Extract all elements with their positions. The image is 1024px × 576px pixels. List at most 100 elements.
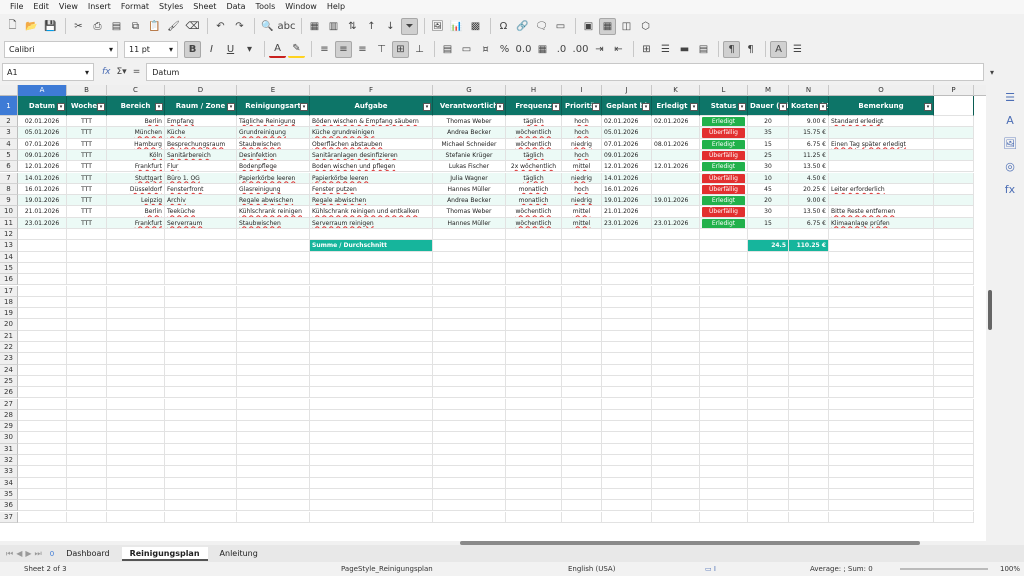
font-name-box[interactable]: Calibri ▾: [4, 40, 118, 58]
cell[interactable]: mittel: [562, 206, 602, 218]
empty-cell[interactable]: [562, 477, 602, 489]
empty-cell[interactable]: [433, 398, 506, 410]
row-header-8[interactable]: 8: [0, 183, 18, 196]
empty-cell[interactable]: [107, 421, 165, 433]
empty-cell[interactable]: [506, 443, 562, 455]
cell[interactable]: 35: [748, 127, 789, 139]
empty-cell[interactable]: [562, 421, 602, 433]
cell[interactable]: TTT: [67, 161, 107, 173]
cell[interactable]: Küche: [165, 127, 237, 139]
empty-cell[interactable]: [237, 511, 310, 523]
empty-cell[interactable]: [789, 409, 829, 422]
date-format-icon[interactable]: ▦: [534, 41, 551, 58]
empty-cell[interactable]: [789, 500, 829, 512]
font-size-box[interactable]: 11 pt ▾: [124, 40, 178, 58]
header-cell[interactable]: Dauer (Min)▾: [748, 96, 789, 116]
empty-cell[interactable]: [934, 330, 974, 342]
empty-cell[interactable]: [748, 409, 789, 422]
empty-cell[interactable]: [165, 500, 237, 512]
empty-cell[interactable]: [602, 466, 652, 478]
empty-cell[interactable]: [18, 353, 67, 365]
empty-cell[interactable]: [934, 308, 974, 320]
empty-cell[interactable]: [789, 330, 829, 342]
menu-insert[interactable]: Insert: [83, 0, 116, 14]
empty-cell[interactable]: [506, 319, 562, 331]
cell[interactable]: [652, 206, 700, 218]
cell[interactable]: [829, 195, 934, 207]
column-header-h[interactable]: H: [506, 85, 562, 96]
empty-cell[interactable]: [506, 421, 562, 433]
cell[interactable]: niedrig: [562, 195, 602, 207]
empty-cell[interactable]: [562, 443, 602, 455]
empty-cell[interactable]: [310, 409, 433, 422]
empty-cell[interactable]: [652, 342, 700, 354]
filter-dropdown-icon[interactable]: ▾: [690, 103, 698, 111]
empty-cell[interactable]: [700, 353, 748, 365]
empty-cell[interactable]: [67, 409, 107, 422]
show-draw-functions-icon[interactable]: ⬡: [637, 18, 654, 35]
empty-cell[interactable]: [18, 262, 67, 275]
empty-cell[interactable]: [700, 364, 748, 376]
empty-cell[interactable]: [433, 432, 506, 444]
header-cell[interactable]: Priorität ▾: [562, 96, 602, 116]
cell[interactable]: 14.01.2026: [602, 172, 652, 184]
find-replace-icon[interactable]: 🔍: [259, 18, 276, 35]
row-header-4[interactable]: 4: [0, 138, 18, 150]
prev-sheet-icon[interactable]: ◀: [16, 549, 22, 559]
cell[interactable]: Frankfurt: [107, 161, 165, 173]
empty-cell[interactable]: [67, 274, 107, 286]
empty-cell[interactable]: [748, 387, 789, 399]
empty-cell[interactable]: [107, 319, 165, 331]
align-right-icon[interactable]: ≡: [354, 41, 371, 58]
cell[interactable]: Andrea Becker: [433, 127, 506, 139]
cell[interactable]: Thomas Weber: [433, 116, 506, 128]
equals-icon[interactable]: =: [133, 67, 141, 77]
empty-cell[interactable]: [789, 319, 829, 331]
empty-cell[interactable]: [700, 308, 748, 320]
filter-dropdown-icon[interactable]: ▾: [819, 103, 827, 111]
column-header-l[interactable]: L: [700, 85, 748, 96]
empty-cell[interactable]: [107, 455, 165, 467]
cell[interactable]: [829, 127, 934, 139]
empty-cell[interactable]: [165, 455, 237, 467]
empty-cell[interactable]: [934, 500, 974, 512]
empty-cell[interactable]: [506, 296, 562, 309]
empty-cell[interactable]: [506, 511, 562, 523]
empty-cell[interactable]: [934, 240, 974, 252]
cell[interactable]: Büro 1. OG: [165, 172, 237, 184]
empty-cell[interactable]: [433, 455, 506, 467]
empty-cell[interactable]: [506, 229, 562, 241]
copy-icon[interactable]: ⧉: [127, 18, 144, 35]
cell[interactable]: Erledigt: [700, 116, 748, 128]
cell[interactable]: Bodenpflege: [237, 161, 310, 173]
empty-cell[interactable]: [67, 342, 107, 354]
header-cell[interactable]: Bemerkung ▾: [829, 96, 934, 116]
cell[interactable]: Küche grundreinigen: [310, 127, 433, 139]
cell[interactable]: wöchentlich: [506, 127, 562, 139]
empty-cell[interactable]: [165, 251, 237, 263]
increase-indent-icon[interactable]: ⇥: [591, 41, 608, 58]
menu-format[interactable]: Format: [116, 0, 154, 14]
empty-cell[interactable]: [602, 319, 652, 331]
cut-icon[interactable]: ✂: [70, 18, 87, 35]
empty-cell[interactable]: [562, 488, 602, 501]
borders-icon[interactable]: ⊞: [638, 41, 655, 58]
cell[interactable]: TTT: [67, 127, 107, 139]
cell[interactable]: Empfang: [165, 116, 237, 128]
cell[interactable]: Düsseldorf: [107, 183, 165, 196]
empty-cell[interactable]: [562, 342, 602, 354]
empty-cell[interactable]: [18, 455, 67, 467]
row-header-24[interactable]: 24: [0, 364, 18, 376]
empty-cell[interactable]: [310, 229, 433, 241]
empty-cell[interactable]: [652, 398, 700, 410]
empty-cell[interactable]: [310, 319, 433, 331]
cell[interactable]: 16.01.2026: [602, 183, 652, 196]
column-header-o[interactable]: O: [829, 85, 934, 96]
column-header-e[interactable]: E: [237, 85, 310, 96]
empty-cell[interactable]: [934, 296, 974, 309]
empty-cell[interactable]: [934, 138, 974, 150]
empty-cell[interactable]: [107, 296, 165, 309]
cell[interactable]: Serverraum: [165, 217, 237, 229]
empty-cell[interactable]: [789, 488, 829, 501]
empty-cell[interactable]: [165, 274, 237, 286]
